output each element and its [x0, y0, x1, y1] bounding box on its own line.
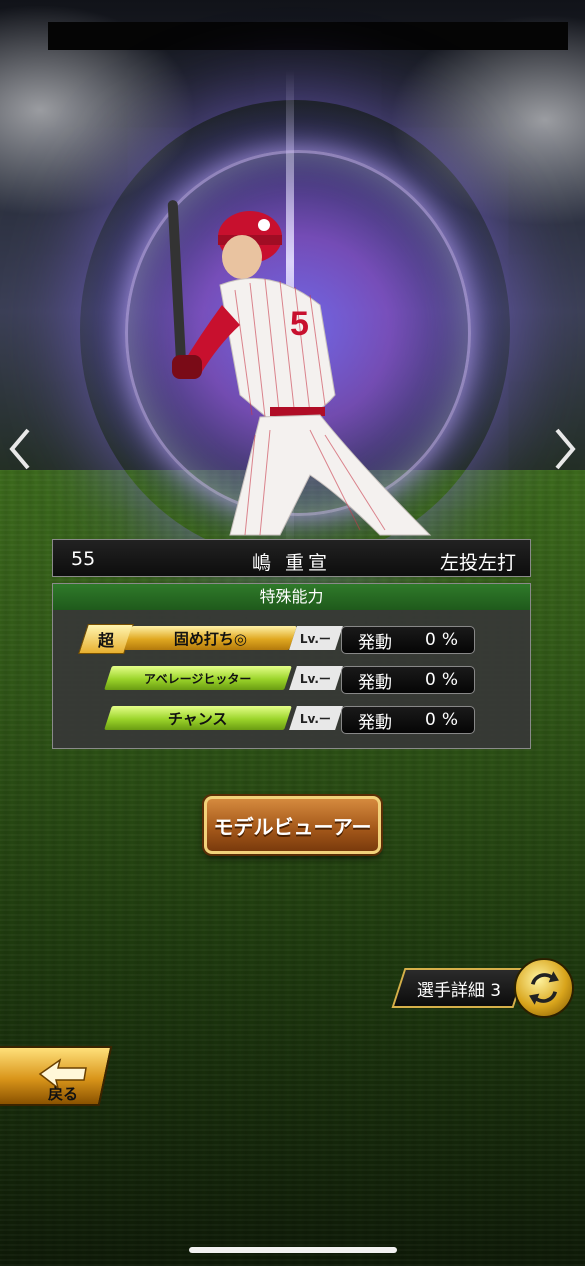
player-detail-button[interactable]: 選手詳細 3 — [391, 968, 527, 1008]
back-label: 戻る — [48, 1085, 79, 1103]
ability-level: Lv.ー — [289, 706, 343, 730]
swap-arrows-icon[interactable] — [514, 958, 574, 1018]
chevron-right-icon — [555, 428, 576, 470]
handedness: 左投左打 — [439, 552, 516, 574]
ability-row[interactable]: チャンス Lv.ー 発動 0% — [53, 706, 530, 734]
svg-text:5: 5 — [290, 305, 309, 343]
chevron-left-icon — [9, 428, 30, 470]
ability-tag: チャンス — [104, 706, 292, 730]
activation-rate: 発動 0% — [341, 706, 475, 734]
player-figure: 5 — [160, 195, 440, 540]
prev-player-button[interactable] — [6, 424, 36, 474]
activation-rate: 発動 0% — [341, 666, 475, 694]
ability-level: Lv.ー — [289, 626, 343, 650]
player-info-bar: 55 嶋 重宣 左投左打 — [52, 539, 531, 577]
next-player-button[interactable] — [549, 424, 579, 474]
ability-level: Lv.ー — [289, 666, 343, 690]
model-viewer-button[interactable]: モデルビューアー — [204, 796, 381, 854]
activation-rate: 発動 0% — [341, 626, 475, 654]
top-status-bar — [48, 22, 568, 50]
ability-row[interactable]: 超 固め打ち◎ Lv.ー 発動 0% — [53, 624, 530, 654]
special-abilities-panel: 特殊能力 超 固め打ち◎ Lv.ー 発動 0% アベレージヒッター Lv.ー 発… — [52, 583, 531, 749]
ability-tag: アベレージヒッター — [104, 666, 292, 690]
ability-tag: 固め打ち◎ — [124, 626, 297, 650]
home-indicator[interactable] — [189, 1247, 397, 1253]
ability-row[interactable]: アベレージヒッター Lv.ー 発動 0% — [53, 666, 530, 694]
abilities-header: 特殊能力 — [53, 584, 530, 610]
